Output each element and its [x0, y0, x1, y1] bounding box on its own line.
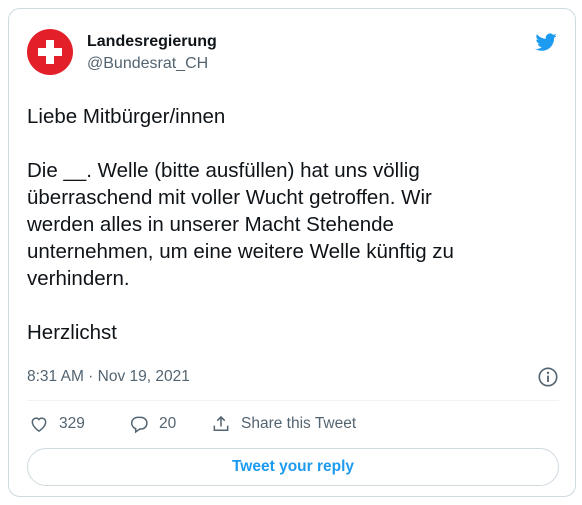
- divider: [27, 400, 559, 401]
- tweet-line: überraschend mit voller Wucht getroffen.…: [27, 186, 432, 209]
- timestamp[interactable]: 8:31 AM · Nov 19, 2021: [27, 368, 190, 385]
- avatar[interactable]: [27, 29, 73, 75]
- share-label: Share this Tweet: [241, 415, 357, 432]
- tweet-line: Herzlichst: [27, 321, 117, 344]
- tweet-meta: 8:31 AM · Nov 19, 2021: [27, 365, 559, 389]
- heart-icon: [31, 417, 47, 432]
- info-icon[interactable]: [537, 366, 559, 388]
- reply-count: 20: [159, 415, 177, 432]
- tweet-line: Liebe Mitbürger/innen: [27, 105, 226, 128]
- tweet-line: verhindern.: [27, 267, 130, 290]
- share-icon: [213, 415, 229, 431]
- handle[interactable]: @Bundesrat_CH: [87, 54, 217, 74]
- share-button[interactable]: Share this Tweet: [211, 406, 356, 442]
- reply-button[interactable]: 20: [129, 406, 176, 442]
- tweet-actions: 329 20 Share this Tweet: [27, 406, 559, 442]
- tweet-line: werden alles in unserer Macht Stehende: [27, 213, 394, 236]
- reply-bubble-icon: [130, 416, 148, 434]
- display-name[interactable]: Landesregierung: [87, 32, 217, 52]
- tweet-text: Liebe Mitbürger/innen Die __. Welle (bit…: [27, 103, 562, 346]
- twitter-bird-icon[interactable]: [533, 31, 559, 53]
- like-button[interactable]: 329: [29, 406, 85, 442]
- tweet-header: Landesregierung @Bundesrat_CH: [27, 29, 559, 77]
- tweet-card: Landesregierung @Bundesrat_CH Liebe Mitb…: [8, 8, 576, 497]
- tweet-your-reply-button[interactable]: Tweet your reply: [27, 448, 559, 486]
- like-count: 329: [59, 415, 85, 432]
- tweet-line: unternehmen, um eine weitere Welle künft…: [27, 240, 454, 263]
- tweet-line: Die __. Welle (bitte ausfüllen) hat uns …: [27, 159, 420, 182]
- author-info: Landesregierung @Bundesrat_CH: [87, 32, 217, 74]
